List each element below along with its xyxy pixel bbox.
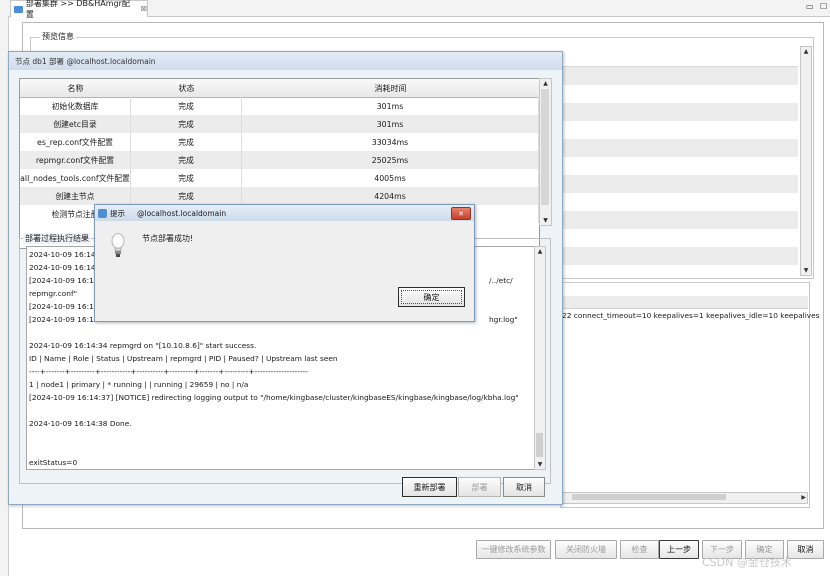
log-line: 2024-10-09 16:14:3 [29, 263, 103, 272]
preview-log-header [560, 296, 808, 309]
preview-table-visible-rows [560, 60, 798, 265]
step-name-cell: 初始化数据库 [20, 97, 131, 115]
table-row[interactable]: 创建主节点 完成 4204ms [20, 187, 539, 205]
scroll-down-icon[interactable]: ▼ [540, 216, 551, 225]
table-row[interactable]: all_nodes_tools.conf文件配置 完成 4005ms [20, 169, 539, 187]
redeploy-button[interactable]: 重新部署 [402, 477, 457, 497]
step-name-cell: 创建主节点 [20, 187, 131, 205]
step-status-cell: 完成 [131, 97, 242, 115]
deploy-button[interactable]: 部署 [458, 477, 501, 497]
watermark: CSDN @金仓技术 [702, 556, 792, 569]
column-header-status[interactable]: 状态 [131, 79, 243, 98]
scroll-down-icon[interactable]: ▼ [801, 266, 811, 275]
check-button[interactable]: 检查 [620, 540, 659, 559]
log-line: [2024-10-09 16:14:37] [NOTICE] redirecti… [29, 393, 519, 402]
log-line: repmgr.conf" [29, 289, 77, 298]
log-line: ID | Name | Role | Status | Upstream | r… [29, 354, 338, 363]
step-status-cell: 完成 [131, 151, 242, 169]
step-time-cell: 25025ms [242, 151, 539, 169]
log-line: exitStatus=0 [29, 458, 78, 467]
step-status-cell: 完成 [131, 115, 242, 133]
table-row[interactable]: 初始化数据库 完成 301ms [20, 97, 539, 115]
previous-step-button[interactable]: 上一步 [659, 540, 699, 559]
column-header-name[interactable]: 名称 [20, 79, 132, 98]
alert-title-app: 提示 [110, 208, 125, 218]
step-name-cell: repmgr.conf文件配置 [20, 151, 131, 169]
scroll-up-icon[interactable]: ▲ [801, 47, 811, 56]
maximize-view-icon[interactable]: ☐ [820, 2, 827, 11]
deploy-log-scroll-thumb[interactable] [536, 433, 543, 457]
preview-log-hscroll-thumb[interactable] [572, 494, 726, 500]
log-line: 2024-10-09 16:14:3 [29, 250, 103, 259]
deploy-log-label: 部署过程执行结果 [23, 233, 91, 244]
log-line: 2024-10-09 16:14:38 Done. [29, 419, 132, 428]
minimize-view-icon[interactable]: ▭ [806, 2, 814, 11]
close-tab-icon[interactable]: ☒ [141, 5, 147, 13]
step-time-cell: 301ms [242, 97, 539, 115]
app-icon [98, 208, 107, 218]
preview-label: 预览信息 [40, 31, 76, 42]
preview-log-text: 22 connect_timeout=10 keepalives=1 keepa… [562, 311, 820, 320]
wizard-cancel-button[interactable]: 取消 [787, 540, 824, 559]
editor-tab[interactable]: 部署集群 >> DB&HAmgr配置 ☒ [10, 0, 148, 19]
log-line: 1 | node1 | primary | * running | | runn… [29, 380, 249, 389]
table-row[interactable]: repmgr.conf文件配置 完成 25025ms [20, 151, 539, 169]
scroll-up-icon[interactable]: ▲ [540, 79, 551, 88]
step-status-cell: 完成 [131, 187, 242, 205]
deploy-cancel-button[interactable]: 取消 [503, 477, 545, 497]
table-row[interactable]: 创建etc目录 完成 301ms [20, 115, 539, 133]
deploy-dialog-title: 节点 db1 部署 @localhost.localdomain [9, 52, 562, 70]
step-time-cell: 4204ms [242, 187, 539, 205]
deploy-log-scrollbar[interactable]: ▲ ▼ [534, 246, 546, 470]
step-time-cell: 301ms [242, 115, 539, 133]
table-row[interactable]: es_rep.conf文件配置 完成 33034ms [20, 133, 539, 151]
deploy-success-alert: 提示 @localhost.localdomain ✕ 节点部署成功! 确定 [94, 204, 475, 322]
step-name-cell: all_nodes_tools.conf文件配置 [20, 169, 131, 187]
focus-ring [401, 290, 462, 304]
modify-system-params-button[interactable]: 一键修改系统参数 [476, 540, 551, 559]
scroll-up-icon[interactable]: ▲ [535, 247, 545, 256]
step-status-cell: 完成 [131, 133, 242, 151]
editor-tab-title: 部署集群 >> DB&HAmgr配置 [25, 0, 130, 19]
alert-title-bar: 提示 @localhost.localdomain [95, 205, 474, 221]
close-firewall-button[interactable]: 关闭防火墙 [555, 540, 617, 559]
folder-icon [14, 5, 23, 13]
log-line: 2024-10-09 16:14:34 repmgrd on "[10.10.8… [29, 341, 257, 350]
alert-title-host: @localhost.localdomain [137, 208, 227, 218]
scroll-down-icon[interactable]: ▼ [535, 460, 545, 469]
close-icon[interactable]: ✕ [451, 207, 471, 220]
steps-table-scrollbar[interactable]: ▲ ▼ [539, 78, 552, 226]
step-time-cell: 4005ms [242, 169, 539, 187]
alert-message: 节点部署成功! [142, 234, 194, 243]
step-name-cell: 创建etc目录 [20, 115, 131, 133]
preview-scrollbar[interactable]: ▲ ▼ [800, 46, 812, 276]
log-line-fragment: /../etc/ [489, 276, 513, 285]
step-status-cell: 完成 [131, 169, 242, 187]
lightbulb-icon [111, 233, 125, 257]
step-name-cell: es_rep.conf文件配置 [20, 133, 131, 151]
log-line-fragment: hgr.log" [489, 315, 518, 324]
steps-table-scroll-thumb[interactable] [541, 89, 549, 205]
ok-button[interactable]: 确定 [398, 287, 465, 307]
log-line: ----+-------+---------+-----------+-----… [29, 367, 308, 376]
column-header-elapsed[interactable]: 消耗时间 [242, 79, 540, 98]
scroll-right-icon[interactable]: ▶ [801, 493, 806, 502]
step-time-cell: 33034ms [242, 133, 539, 151]
